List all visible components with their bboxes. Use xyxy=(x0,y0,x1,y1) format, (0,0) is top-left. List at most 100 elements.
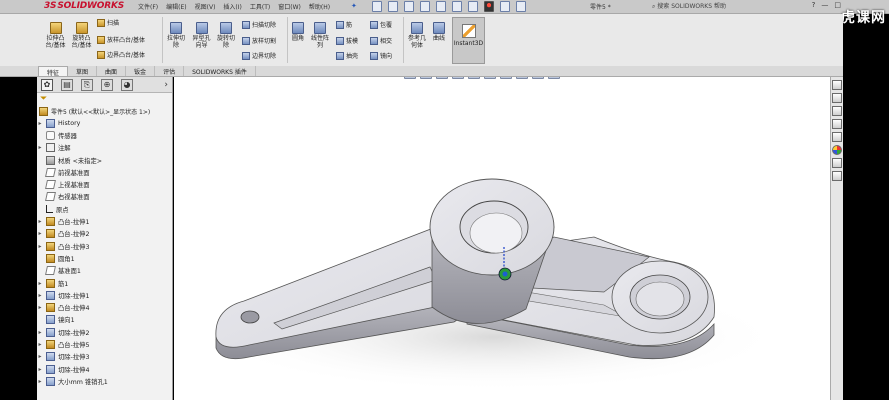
rebuild-icon[interactable] xyxy=(468,1,478,12)
undo-icon[interactable] xyxy=(436,1,446,12)
display-manager-tab-icon[interactable]: ◕ xyxy=(121,78,133,91)
rib-button[interactable]: 筋 xyxy=(336,20,352,29)
revolve-cut-button[interactable]: 旋转切除 xyxy=(215,22,237,49)
loft-boss-button[interactable]: 放样凸台/基体 xyxy=(97,35,145,44)
zoom-area-icon[interactable] xyxy=(420,77,432,79)
tree-item[interactable]: ▸ 切除-拉伸1 xyxy=(37,289,172,301)
tree-item[interactable]: 镜向1 xyxy=(37,314,172,326)
minimize-icon[interactable]: — xyxy=(821,1,828,9)
tree-item[interactable]: 传感器 xyxy=(37,129,172,141)
linear-pattern-button[interactable]: 线性阵列 xyxy=(308,22,332,49)
design-library-icon[interactable] xyxy=(832,106,842,116)
wrap-button[interactable]: 包覆 xyxy=(370,20,392,29)
view-settings-icon[interactable] xyxy=(548,77,560,79)
extrude-cut-button[interactable]: 拉伸切除 xyxy=(164,22,188,49)
property-manager-tab-icon[interactable]: ▤ xyxy=(61,78,73,91)
tree-item[interactable]: 上视基准面 xyxy=(37,178,172,190)
tree-item[interactable]: ▸ 切除-拉伸4 xyxy=(37,363,172,375)
solidworks-logo[interactable]: 3SSOLIDWORKS xyxy=(44,1,124,13)
print-icon[interactable] xyxy=(420,1,430,12)
menu-item[interactable]: 编辑(E) xyxy=(166,2,186,11)
new-document-icon[interactable] xyxy=(372,1,382,12)
dimxpert-tab-icon[interactable]: ⊕ xyxy=(101,78,113,91)
select-icon[interactable] xyxy=(452,1,462,12)
menu-item[interactable]: 工具(T) xyxy=(250,2,270,11)
hide-show-icon[interactable] xyxy=(500,77,512,79)
graphics-viewport[interactable] xyxy=(174,77,830,400)
tree-item[interactable]: ▸ 凸台-拉伸1 xyxy=(37,215,172,227)
tree-item[interactable]: ▸ 凸台-拉伸5 xyxy=(37,338,172,350)
instant3d-button[interactable]: Instant3D xyxy=(452,17,485,64)
tree-item[interactable]: ▸ 切除-拉伸2 xyxy=(37,326,172,338)
fillet-button[interactable]: 圆角 xyxy=(289,22,307,42)
mirror-button[interactable]: 镜向 xyxy=(370,51,392,60)
curves-button[interactable]: 曲线 xyxy=(430,22,448,42)
file-explorer-icon[interactable] xyxy=(832,119,842,129)
hole-wizard-button[interactable]: 异型孔 向导 xyxy=(189,22,214,49)
save-icon[interactable] xyxy=(404,1,414,12)
feature-manager-tab-icon[interactable]: ✿ xyxy=(41,78,53,91)
expand-arrow-icon[interactable]: ▸ xyxy=(37,366,43,373)
tree-item[interactable]: ▸ History xyxy=(37,117,172,129)
tree-item[interactable]: 前视基准面 xyxy=(37,166,172,178)
display-style-icon[interactable] xyxy=(484,77,496,79)
tree-item[interactable]: ▸ 大小mm 锥销孔1 xyxy=(37,375,172,387)
help-icon[interactable]: ? xyxy=(812,1,816,9)
resources-icon[interactable] xyxy=(832,93,842,103)
menu-item[interactable]: 帮助(H) xyxy=(309,2,330,11)
draft-button[interactable]: 拔模 xyxy=(336,36,358,45)
section-view-icon[interactable] xyxy=(452,77,464,79)
help-search-input[interactable]: ⌕ 搜索 SOLIDWORKS 帮助 xyxy=(652,1,762,12)
tree-item[interactable]: ▸ 切除-拉伸3 xyxy=(37,351,172,363)
sweep-button[interactable]: 扫描 xyxy=(97,18,119,27)
revolve-boss-button[interactable]: 旋转凸 台/基体 xyxy=(69,22,94,49)
shell-button[interactable]: 抽壳 xyxy=(336,51,358,60)
expand-arrow-icon[interactable]: ▸ xyxy=(37,341,43,348)
view-orientation-icon[interactable] xyxy=(468,77,480,79)
home-icon[interactable] xyxy=(832,80,842,90)
tree-item[interactable]: ▸ 注解 xyxy=(37,142,172,154)
zoom-to-fit-icon[interactable] xyxy=(404,77,416,79)
expand-arrow-icon[interactable]: ▸ xyxy=(37,230,43,237)
tree-item[interactable]: ▸ 筋1 xyxy=(37,277,172,289)
tab-4[interactable]: 评估 xyxy=(155,66,185,76)
pin-icon[interactable]: ✦ xyxy=(351,2,359,10)
tree-item[interactable]: ▸ 凸台-拉伸2 xyxy=(37,228,172,240)
expand-arrow-icon[interactable]: ▸ xyxy=(37,329,43,336)
lofted-cut-button[interactable]: 放样切割 xyxy=(242,36,276,45)
appearances-icon[interactable] xyxy=(832,145,842,155)
menu-item[interactable]: 视图(V) xyxy=(195,2,216,11)
menu-item[interactable]: 窗口(W) xyxy=(278,2,301,11)
tree-item[interactable]: ▸ 凸台-拉伸4 xyxy=(37,301,172,313)
expand-arrow-icon[interactable]: ▸ xyxy=(37,378,43,385)
file-properties-icon[interactable] xyxy=(500,1,510,12)
edit-appearance-icon[interactable] xyxy=(516,77,528,79)
intersect-button[interactable]: 相交 xyxy=(370,36,392,45)
menu-item[interactable]: 插入(I) xyxy=(223,2,241,11)
previous-view-icon[interactable] xyxy=(436,77,448,79)
configuration-manager-tab-icon[interactable]: ⎘ xyxy=(81,78,93,91)
open-icon[interactable] xyxy=(388,1,398,12)
filter-icon[interactable]: ⏷ xyxy=(37,93,172,105)
tree-item[interactable]: 原点 xyxy=(37,203,172,215)
expand-arrow-icon[interactable]: ▸ xyxy=(37,218,43,225)
expand-arrow-icon[interactable]: ▸ xyxy=(37,304,43,311)
tree-item[interactable]: 材质 <未指定> xyxy=(37,154,172,166)
custom-properties-icon[interactable] xyxy=(832,158,842,168)
tab-5[interactable]: SOLIDWORKS 插件 xyxy=(184,66,256,76)
chevron-right-icon[interactable]: › xyxy=(164,80,168,90)
extrude-boss-button[interactable]: 拉伸凸 台/基体 xyxy=(43,22,68,49)
tab-2[interactable]: 曲面 xyxy=(97,66,127,76)
maximize-icon[interactable]: □ xyxy=(834,1,841,9)
boundary-boss-button[interactable]: 边界凸台/基体 xyxy=(97,50,145,59)
tab-1[interactable]: 草图 xyxy=(68,66,98,76)
expand-arrow-icon[interactable]: ▸ xyxy=(37,144,43,151)
menu-item[interactable]: 文件(F) xyxy=(138,2,158,11)
tree-item[interactable]: 右视基准面 xyxy=(37,191,172,203)
scene-icon[interactable] xyxy=(532,77,544,79)
tree-root[interactable]: 零件5 (默认<<默认>_显示状态 1>) xyxy=(37,105,172,117)
reference-geometry-button[interactable]: 参考几 何体 xyxy=(405,22,429,49)
forum-icon[interactable] xyxy=(832,171,842,181)
expand-arrow-icon[interactable]: ▸ xyxy=(37,280,43,287)
boundary-cut-button[interactable]: 边界切除 xyxy=(242,51,276,60)
